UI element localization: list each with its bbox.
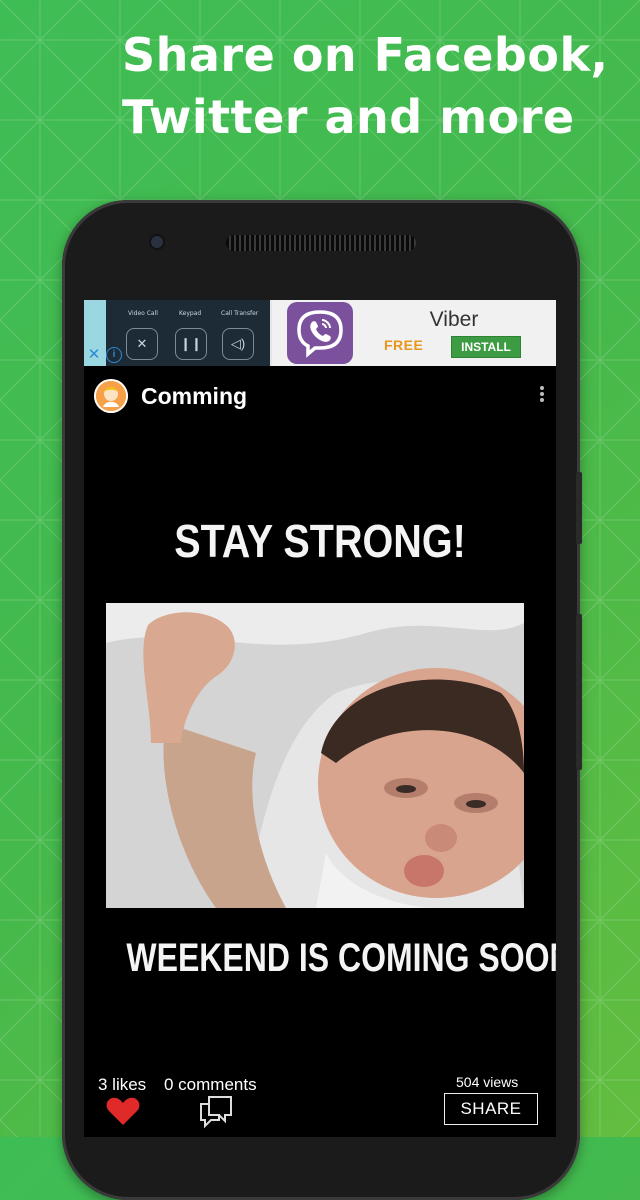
heart-icon[interactable] [106,1096,140,1131]
app-screen: Video Call Keypad Call Transfer ✕ ❙❙ ◁) … [84,300,556,1137]
ad-banner[interactable]: Video Call Keypad Call Transfer ✕ ❙❙ ◁) … [84,300,556,366]
ad-price: FREE [384,337,424,353]
more-vert-icon[interactable] [532,384,552,408]
mute-icon: ✕ [126,328,158,360]
share-button[interactable]: SHARE [444,1093,538,1125]
ad-app-name: Viber [429,308,479,331]
comment-icon[interactable] [198,1095,234,1134]
phone-camera [151,236,163,248]
avatar-icon[interactable] [94,379,128,413]
ad-caption-video-call: Video Call [128,310,158,317]
likes-count: 3 likes [98,1075,147,1094]
promo-headline: Share on Facebok, Twitter and more [122,24,609,148]
phone-power-button [576,472,582,544]
meme-photo [106,603,524,908]
info-icon[interactable]: i [106,347,122,363]
ad-caption-keypad: Keypad [179,310,202,317]
speaker-icon: ◁) [222,328,254,360]
comments-count: 0 comments [164,1075,257,1094]
ad-caption-call-transfer: Call Transfer [221,310,259,317]
headline-line-1: Share on Facebok, [122,28,609,82]
post-header: Comming [84,366,556,426]
phone-speaker [226,235,416,251]
meme-top-text: STAY STRONG! [174,515,466,567]
views-count: 504 views [456,1074,519,1090]
headline-line-2: Twitter and more [122,90,575,144]
viber-icon [287,302,353,364]
phone-volume-button [576,614,582,770]
pause-icon: ❙❙ [175,328,207,360]
ad-install-button[interactable]: INSTALL [451,336,521,358]
post-title: Comming [141,383,248,409]
close-icon[interactable]: ✕ [86,346,102,364]
meme-bottom-text: WEEKEND IS COMING SOON [126,936,556,980]
